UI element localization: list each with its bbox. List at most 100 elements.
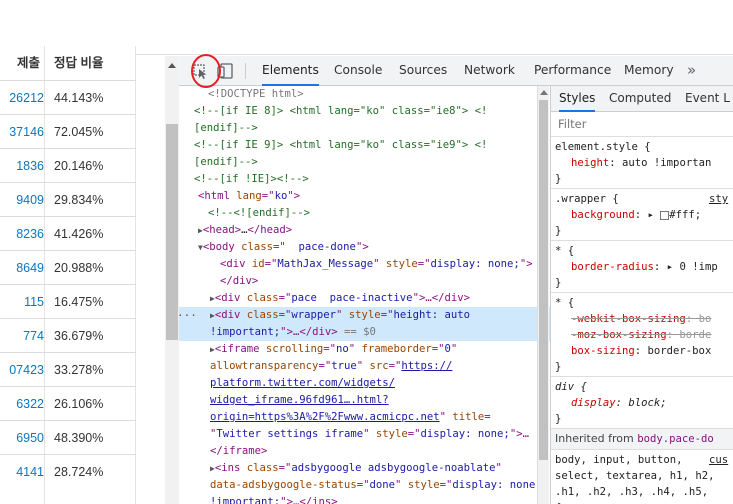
accuracy-cell: 33.278% [54, 363, 104, 377]
rule-selector-useragent[interactable]: div { [555, 379, 587, 395]
rule-selector[interactable]: element.style { [555, 139, 651, 155]
rule-divider [551, 188, 733, 189]
submissions-link[interactable]: 37146 [0, 115, 44, 149]
rule-divider [551, 376, 733, 377]
styles-filter-input[interactable]: Filter [551, 112, 733, 137]
dom-node-div-wrapper-cont[interactable]: !important;">…</div> == $0 [210, 324, 376, 341]
dom-node-close-iframe[interactable]: </iframe> [210, 443, 267, 460]
rule-source-link[interactable]: sty [709, 191, 728, 207]
dom-node-div-mathjax[interactable]: <div id="MathJax_Message" style="display… [220, 256, 533, 273]
dom-node-comment[interactable]: [endif]--> [194, 120, 258, 137]
dom-node-head[interactable]: ▶<head>…</head> [198, 222, 292, 239]
dom-node-iframe-cont[interactable]: allowtransparency="true" src="https:// [210, 358, 452, 375]
dom-node-comment[interactable]: <!--[if IE 9]> <html lang="ko" class="ie… [194, 137, 487, 154]
rule-selector[interactable]: * { [555, 243, 574, 259]
table-row: 6322 26.106% [0, 386, 136, 420]
table-row: 26212 44.143% [0, 80, 136, 114]
table-row: 8649 20.988% [0, 250, 136, 284]
rule-end: } [555, 173, 562, 185]
elements-tree: <!DOCTYPE html> <!--[if IE 8]> <html lan… [179, 86, 550, 504]
css-declaration[interactable]: display: block; [571, 395, 667, 411]
submissions-link[interactable]: 9409 [0, 183, 44, 217]
accuracy-cell: 72.045% [54, 125, 104, 139]
table-row: 6950 48.390% [0, 420, 136, 454]
rule-selector[interactable]: select, textarea, h1, h2, [555, 468, 714, 484]
tab-network[interactable]: Network [464, 56, 515, 86]
rule-selector[interactable]: .wrapper { [555, 191, 619, 207]
submissions-link[interactable]: 6950 [0, 421, 44, 455]
tab-computed[interactable]: Computed [609, 86, 671, 112]
submissions-link[interactable]: 07423 [0, 353, 44, 387]
accuracy-cell: 20.146% [54, 159, 104, 173]
tab-sources[interactable]: Sources [399, 56, 447, 86]
rule-start: { [555, 500, 561, 504]
tab-elements[interactable]: Elements [262, 56, 319, 86]
scroll-up-arrow-icon[interactable] [168, 63, 176, 68]
rule-divider [551, 292, 733, 293]
scrollbar-thumb[interactable] [539, 100, 548, 460]
elements-scrollbar[interactable] [537, 86, 549, 504]
inherited-from-header: Inherited from body.pace-do [551, 428, 733, 450]
css-declaration[interactable]: height: auto !importan [571, 155, 711, 171]
accuracy-cell: 26.106% [54, 397, 104, 411]
rule-source-link[interactable]: cus [709, 452, 728, 468]
dom-node-comment[interactable]: <!--[if IE 8]> <html lang="ko" class="ie… [194, 103, 487, 120]
dom-node-ins-cont[interactable]: data-adsbygoogle-status="done" style="di… [210, 477, 535, 494]
scrollbar-thumb[interactable] [166, 124, 178, 340]
page-scrollbar[interactable] [165, 56, 179, 504]
tab-styles[interactable]: Styles [559, 86, 596, 112]
css-declaration[interactable]: background: ▸ #fff; [571, 207, 701, 223]
dom-node-iframe-src[interactable]: platform.twitter.com/widgets/ [210, 375, 395, 392]
table-row: 37146 72.045% [0, 114, 136, 148]
submissions-link[interactable]: 4141 [0, 455, 44, 489]
dom-node-body[interactable]: ▼<body class=" pace-done"> [198, 239, 369, 256]
accuracy-cell: 36.679% [54, 329, 104, 343]
rule-selector[interactable]: body, input, button, [555, 452, 683, 468]
submissions-link[interactable]: 26212 [0, 81, 44, 115]
table-row: 1836 20.146% [0, 148, 136, 182]
accuracy-cell: 16.475% [54, 295, 104, 309]
table-row: 115 16.475% [0, 284, 136, 318]
dom-node-comment[interactable]: <!--<![endif]--> [208, 205, 310, 222]
css-declaration[interactable]: box-sizing: border-box [571, 343, 711, 359]
submissions-link[interactable]: 115 [0, 285, 44, 319]
dom-node-iframe[interactable]: ▶<iframe scrolling="no" frameborder="0" [210, 341, 457, 358]
toolbar-divider [245, 63, 246, 79]
rule-selector[interactable]: .h1, .h2, .h3, .h4, .h5, [555, 484, 708, 500]
accuracy-cell: 28.724% [54, 465, 104, 479]
dom-node-close-div[interactable]: </div> [220, 273, 258, 290]
color-swatch-icon[interactable] [660, 210, 670, 220]
dom-node-comment[interactable]: [endif]--> [194, 154, 258, 171]
column-header-accuracy: 정답 비율 [54, 56, 104, 70]
dom-node-iframe-src[interactable]: origin=https%3A%2F%2Fwww.acmicpc.net" ti… [210, 409, 491, 426]
tab-memory[interactable]: Memory [624, 56, 674, 86]
css-declaration-overridden[interactable]: -moz-box-sizing: borde [571, 327, 711, 343]
table-row: 4141 28.724% [0, 454, 136, 488]
tab-event-listeners[interactable]: Event L [685, 86, 730, 112]
dom-node-ins-cont[interactable]: !important;">…</ins> [210, 494, 338, 504]
submissions-link[interactable]: 8236 [0, 217, 44, 251]
submissions-link[interactable]: 1836 [0, 149, 44, 183]
css-declaration[interactable]: border-radius: ▸ 0 !imp [571, 259, 718, 275]
dom-node-html[interactable]: <html lang="ko"> [198, 188, 300, 205]
dom-node-iframe-src[interactable]: widget_iframe.96fd961….html? [210, 392, 389, 409]
rule-end: } [555, 277, 562, 289]
dom-node-div-pace[interactable]: ▶<div class="pace pace-inactive">…</div> [210, 290, 470, 307]
tab-console[interactable]: Console [334, 56, 382, 86]
dom-node-comment[interactable]: <!--[if !IE]><!--> [194, 171, 309, 188]
table-row: 774 36.679% [0, 318, 136, 352]
submissions-link[interactable]: 774 [0, 319, 44, 353]
submissions-link[interactable]: 6322 [0, 387, 44, 421]
more-actions-icon[interactable]: ··· [179, 307, 197, 324]
dom-node-div-wrapper[interactable]: ▶<div class="wrapper" style="height: aut… [210, 307, 470, 324]
scroll-up-arrow-icon[interactable] [540, 90, 548, 95]
dom-node-ins[interactable]: ▶<ins class="adsbygoogle adsbygoogle-noa… [210, 460, 502, 477]
rule-selector[interactable]: * { [555, 295, 574, 311]
tab-performance[interactable]: Performance [534, 56, 611, 86]
dom-node-doctype[interactable]: <!DOCTYPE html> [208, 86, 304, 103]
dom-node-iframe-title[interactable]: "Twitter settings iframe" style="display… [210, 426, 529, 443]
css-declaration-overridden[interactable]: -webkit-box-sizing: bo [571, 311, 711, 327]
more-tabs-button[interactable]: » [687, 56, 696, 86]
inherited-element-link[interactable]: body.pace-do [637, 433, 714, 445]
submissions-link[interactable]: 8649 [0, 251, 44, 285]
